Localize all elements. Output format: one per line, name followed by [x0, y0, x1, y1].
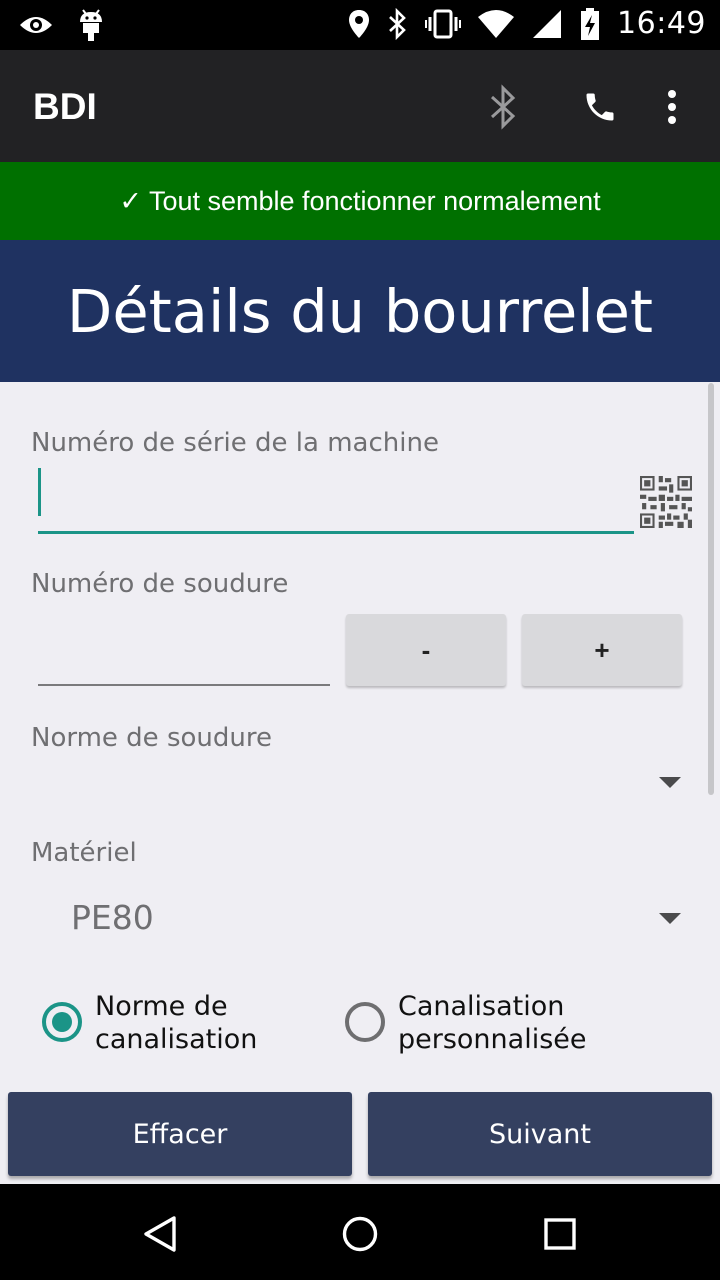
qr-code-icon[interactable] — [640, 476, 692, 528]
radio-custom-pipe-label: Canalisation personnalisée — [398, 991, 587, 1055]
weld-number-input[interactable] — [38, 624, 330, 682]
text-cursor — [38, 468, 41, 516]
phone-icon[interactable] — [575, 80, 625, 134]
dropdown-arrow-icon — [659, 913, 681, 924]
serial-number-label: Numéro de série de la machine — [31, 428, 439, 458]
material-dropdown[interactable]: PE80 — [31, 888, 691, 950]
scrollbar[interactable] — [708, 383, 714, 795]
material-label: Matériel — [31, 838, 137, 868]
status-banner: ✓ Tout semble fonctionner normalement — [0, 162, 720, 240]
material-value: PE80 — [71, 898, 154, 937]
navigation-bar — [0, 1184, 720, 1280]
weld-standard-dropdown[interactable] — [31, 752, 691, 814]
weld-number-label: Numéro de soudure — [31, 569, 289, 599]
app-bar: BDI — [0, 50, 720, 162]
battery-icon — [579, 7, 601, 41]
location-icon — [347, 8, 371, 40]
serial-number-underline — [38, 531, 634, 534]
page-header: Détails du bourrelet — [0, 240, 720, 382]
signal-icon — [531, 8, 563, 40]
home-icon[interactable] — [330, 1204, 390, 1264]
serial-number-input[interactable] — [44, 470, 630, 528]
weld-number-underline — [38, 684, 330, 686]
status-bar: 16:49 — [0, 0, 720, 50]
app-title: BDI — [33, 86, 97, 127]
radio-custom-pipe[interactable]: Canalisation personnalisée — [345, 990, 638, 1060]
radio-unselected-icon — [345, 1002, 385, 1042]
weld-standard-label: Norme de soudure — [31, 723, 272, 753]
back-icon[interactable] — [130, 1204, 190, 1264]
wifi-icon — [477, 9, 515, 39]
vibrate-icon — [425, 9, 462, 39]
radio-selected-icon — [42, 1002, 82, 1042]
status-time: 16:49 — [617, 6, 706, 41]
android-icon — [76, 8, 106, 42]
bluetooth-icon[interactable] — [478, 80, 528, 134]
page-title: Détails du bourrelet — [66, 276, 654, 346]
radio-pipe-standard[interactable]: Norme de canalisation — [42, 990, 335, 1060]
decrement-button[interactable]: - — [346, 614, 506, 686]
increment-button[interactable]: + — [522, 614, 682, 686]
more-vert-icon[interactable] — [647, 80, 697, 134]
next-button[interactable]: Suivant — [368, 1092, 712, 1176]
eye-icon — [18, 11, 54, 39]
bluetooth-icon — [387, 7, 409, 40]
recents-icon[interactable] — [530, 1204, 590, 1264]
dropdown-arrow-icon — [659, 777, 681, 788]
radio-pipe-standard-label: Norme de canalisation — [95, 991, 258, 1055]
clear-button[interactable]: Effacer — [8, 1092, 352, 1176]
